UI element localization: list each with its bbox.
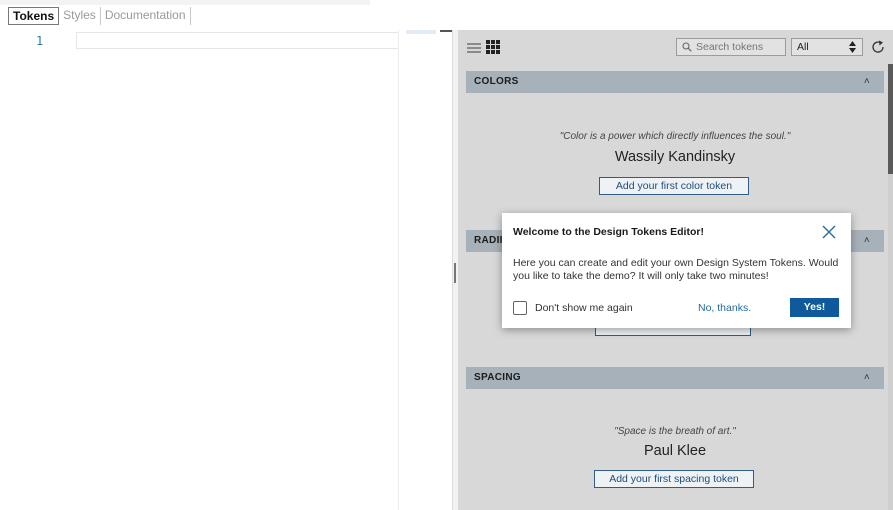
search-input[interactable] (696, 41, 782, 53)
collapse-chevron-icon: ˄ (863, 235, 870, 246)
tab-tokens[interactable]: Tokens (8, 7, 60, 25)
colors-quote-author: Wassily Kandinsky (614, 149, 736, 165)
spacing-section-title: SPACING (474, 372, 521, 383)
select-arrows-icon (849, 41, 856, 53)
spacing-quote-author: Paul Klee (643, 443, 707, 459)
add-color-token-button[interactable]: Add your first color token (599, 177, 749, 195)
splitter-grip-icon[interactable] (454, 263, 456, 283)
radii-section-title: RADII (474, 235, 503, 246)
collapse-chevron-icon: ˄ (863, 76, 870, 87)
panel-toolbar: All (458, 30, 893, 64)
spacing-quote: "Space is the breath of art." (614, 426, 736, 437)
list-view-icon[interactable] (467, 43, 481, 54)
refresh-icon[interactable] (870, 39, 886, 55)
spacing-section-header[interactable]: SPACING ˄ (466, 367, 884, 389)
colors-quote: "Color is a power which directly influen… (559, 131, 791, 142)
minimap-line (406, 30, 436, 34)
welcome-dialog: Welcome to the Design Tokens Editor! Her… (502, 213, 851, 328)
dialog-message: Here you can create and edit your own De… (513, 257, 839, 282)
dont-show-again-checkbox[interactable] (513, 301, 527, 315)
code-editor[interactable]: 1 (0, 30, 400, 510)
minimap-slider[interactable] (440, 30, 452, 32)
tab-styles[interactable]: Styles (59, 7, 101, 25)
tab-bar-strip (0, 0, 370, 5)
dont-show-again-label[interactable]: Don't show me again (535, 302, 633, 314)
tab-bar: Tokens Styles Documentation (0, 0, 893, 30)
tab-documentation[interactable]: Documentation (101, 7, 191, 25)
line-number: 1 (36, 34, 44, 48)
app-root: Tokens Styles Documentation 1 Search tok… (0, 0, 893, 510)
close-icon[interactable] (822, 225, 836, 239)
filter-value: All (797, 41, 809, 53)
collapse-chevron-icon: ˄ (863, 372, 870, 383)
yes-button[interactable]: Yes! (790, 298, 839, 317)
current-line-highlight (76, 32, 400, 49)
no-thanks-button[interactable]: No, thanks. (698, 302, 751, 314)
scrollbar-thumb[interactable] (888, 64, 893, 174)
grid-view-icon[interactable] (486, 40, 500, 54)
colors-section-header[interactable]: COLORS ˄ (466, 71, 884, 93)
search-box[interactable] (676, 38, 786, 56)
editor-overview-ruler (398, 30, 454, 510)
search-icon (682, 42, 692, 52)
panel-scrollbar[interactable] (888, 64, 893, 510)
add-spacing-token-button[interactable]: Add your first spacing token (594, 470, 754, 488)
filter-select[interactable]: All (791, 38, 863, 56)
colors-section-title: COLORS (474, 76, 519, 87)
tabs: Tokens Styles Documentation (8, 7, 191, 25)
dialog-title: Welcome to the Design Tokens Editor! (513, 226, 704, 238)
